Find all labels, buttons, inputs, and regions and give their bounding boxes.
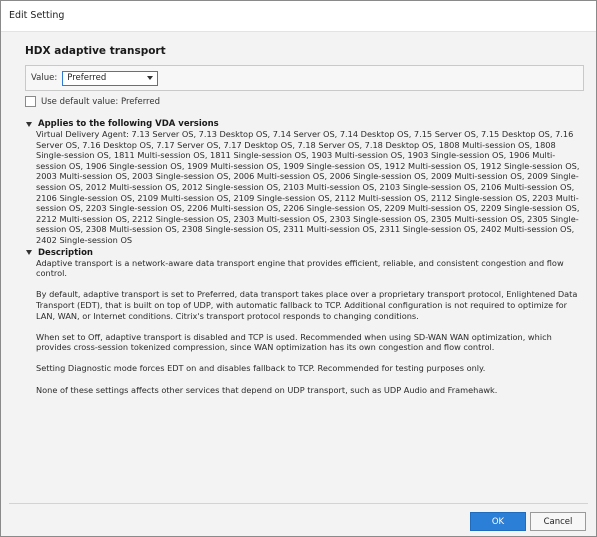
description-section: Description Adaptive transport is a netw… [25, 248, 585, 396]
dialog-content: HDX adaptive transport Value: Preferred … [25, 45, 585, 395]
value-dropdown[interactable]: Preferred [62, 70, 159, 86]
applies-text: Virtual Delivery Agent: 7.13 Server OS, … [36, 129, 580, 245]
applies-section: Applies to the following VDA versions Vi… [25, 119, 585, 246]
description-heading: Description [38, 247, 93, 258]
collapse-triangle-icon [26, 250, 32, 256]
description-paragraph: Setting Diagnostic mode forces EDT on an… [36, 363, 486, 374]
description-section-header[interactable]: Description [25, 248, 585, 258]
use-default-row[interactable]: Use default value: Preferred [25, 96, 585, 107]
description-body: Adaptive transport is a network-aware da… [36, 258, 585, 396]
applies-heading: Applies to the following VDA versions [38, 119, 219, 129]
applies-body: Virtual Delivery Agent: 7.13 Server OS, … [36, 129, 585, 246]
value-label: Value: [31, 73, 58, 83]
value-row: Value: Preferred [25, 65, 584, 91]
ok-button[interactable]: OK [470, 512, 526, 531]
value-dropdown-selected: Preferred [67, 73, 107, 83]
use-default-checkbox[interactable] [25, 96, 36, 107]
dialog-title: Edit Setting [1, 1, 596, 32]
edit-setting-dialog: Edit Setting HDX adaptive transport Valu… [0, 0, 597, 537]
cancel-button[interactable]: Cancel [530, 512, 586, 531]
chevron-down-icon [147, 76, 154, 80]
description-paragraph: Adaptive transport is a network-aware da… [36, 257, 564, 279]
collapse-triangle-icon [26, 121, 32, 127]
use-default-label: Use default value: Preferred [41, 96, 160, 107]
applies-section-header[interactable]: Applies to the following VDA versions [25, 119, 585, 129]
description-paragraph: When set to Off, adaptive transport is d… [36, 331, 552, 353]
dialog-footer: OK Cancel [9, 503, 588, 536]
setting-title: HDX adaptive transport [25, 45, 166, 57]
description-paragraph: None of these settings affects other ser… [36, 384, 498, 395]
description-paragraph: By default, adaptive transport is set to… [36, 289, 578, 321]
